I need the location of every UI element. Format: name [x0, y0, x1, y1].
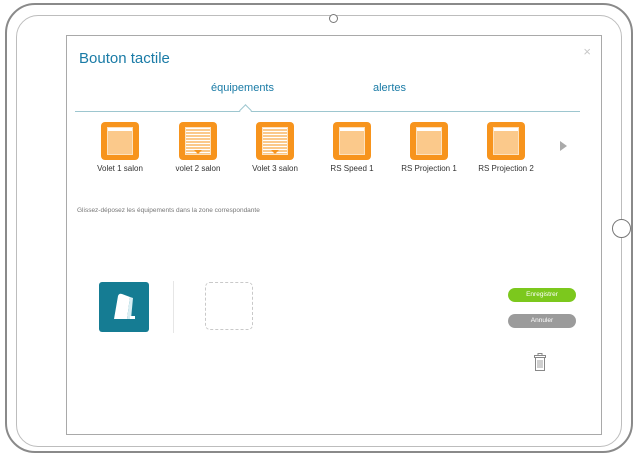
- trash-icon[interactable]: [534, 353, 546, 371]
- dialog: Bouton tactile × équipements alertes Vol…: [66, 35, 602, 435]
- device-label: RS Speed 1: [330, 164, 374, 173]
- shutter-open-icon: [410, 122, 448, 160]
- touch-switch-icon: [99, 282, 149, 332]
- device-item[interactable]: RS Speed 1: [312, 122, 392, 173]
- device-item[interactable]: RS Projection 1: [389, 122, 469, 173]
- device-item[interactable]: RS Projection 2: [466, 122, 546, 173]
- tab-equipements[interactable]: équipements: [211, 82, 274, 94]
- shutter-closed-icon: [179, 122, 217, 160]
- separator: [173, 281, 174, 333]
- device-label: volet 2 salon: [175, 164, 221, 173]
- camera-icon: [329, 14, 338, 23]
- drag-drop-hint: Glissez-déposez les équipements dans la …: [77, 207, 260, 214]
- drop-zone[interactable]: [205, 282, 253, 330]
- active-tab-indicator: [239, 104, 252, 117]
- tab-bar: équipements alertes: [67, 82, 603, 117]
- dialog-title: Bouton tactile: [79, 50, 170, 67]
- tab-underline: [75, 111, 580, 112]
- shutter-open-icon: [101, 122, 139, 160]
- close-icon[interactable]: ×: [583, 44, 591, 59]
- cancel-button[interactable]: Annuler: [508, 314, 576, 328]
- device-label: RS Projection 1: [401, 164, 457, 173]
- device-label: RS Projection 2: [478, 164, 534, 173]
- shutter-open-icon: [487, 122, 525, 160]
- device-label: Volet 1 salon: [97, 164, 143, 173]
- device-item[interactable]: Volet 1 salon: [80, 122, 160, 173]
- shutter-open-icon: [333, 122, 371, 160]
- device-item[interactable]: Volet 3 salon: [235, 122, 315, 173]
- next-arrow-icon[interactable]: [560, 141, 567, 151]
- save-button[interactable]: Enregistrer: [508, 288, 576, 302]
- home-button[interactable]: [612, 219, 631, 238]
- shutter-closed-icon: [256, 122, 294, 160]
- tab-alertes[interactable]: alertes: [373, 82, 406, 94]
- device-label: Volet 3 salon: [252, 164, 298, 173]
- device-item[interactable]: volet 2 salon: [158, 122, 238, 173]
